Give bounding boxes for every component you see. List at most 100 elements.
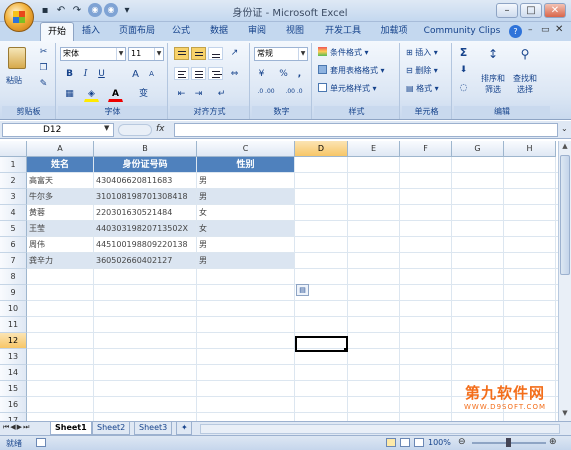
new-icon[interactable]: ◉: [88, 3, 102, 17]
ribbon-restore-icon[interactable]: ▭: [541, 25, 550, 35]
table-cell[interactable]: 男: [197, 237, 295, 253]
row-header-7[interactable]: 7: [0, 253, 27, 269]
phonetic-button[interactable]: 变: [136, 87, 151, 102]
align-left-icon[interactable]: [174, 67, 189, 80]
row-header-6[interactable]: 6: [0, 237, 27, 253]
row-header-11[interactable]: 11: [0, 317, 27, 333]
insert-cells-button[interactable]: ⊞ 插入 ▾: [406, 45, 438, 60]
table-cell[interactable]: 360502660402127: [94, 253, 197, 269]
vertical-scrollbar[interactable]: ▲ ▼: [558, 141, 571, 421]
expand-formula-icon[interactable]: ⌄: [561, 124, 568, 133]
insert-function-button[interactable]: fx: [156, 124, 170, 136]
table-header-cell[interactable]: 姓名: [27, 157, 94, 173]
increase-decimal-button[interactable]: .0 .00: [254, 87, 278, 102]
number-format-combo[interactable]: 常规 ▼: [254, 47, 308, 61]
text-orientation-icon[interactable]: ↗: [227, 46, 242, 61]
table-cell[interactable]: 周伟: [27, 237, 94, 253]
column-header-h[interactable]: H: [504, 141, 556, 157]
format-painter-icon[interactable]: ✎: [36, 77, 51, 92]
table-cell[interactable]: 445100198809220138: [94, 237, 197, 253]
maximize-button[interactable]: □: [520, 3, 542, 18]
table-cell[interactable]: 王莹: [27, 221, 94, 237]
macro-record-icon[interactable]: [36, 438, 46, 447]
table-cell[interactable]: 女: [197, 221, 295, 237]
bold-button[interactable]: B: [62, 67, 77, 82]
table-cell[interactable]: 黄蓉: [27, 205, 94, 221]
zoom-level[interactable]: 100%: [428, 438, 451, 447]
tab-formulas[interactable]: 公式: [166, 22, 196, 41]
formula-input[interactable]: [174, 123, 558, 137]
column-header-c[interactable]: C: [197, 141, 295, 157]
minimize-button[interactable]: –: [496, 3, 518, 18]
font-color-button[interactable]: A: [108, 87, 123, 102]
column-header-b[interactable]: B: [94, 141, 197, 157]
row-header-3[interactable]: 3: [0, 189, 27, 205]
grow-font-button[interactable]: A: [128, 67, 143, 82]
table-cell[interactable]: 男: [197, 173, 295, 189]
format-as-table-button[interactable]: 套用表格格式 ▾: [318, 63, 385, 78]
row-header-12[interactable]: 12: [0, 333, 27, 349]
fill-color-icon[interactable]: ◈: [84, 87, 99, 102]
cut-icon[interactable]: ✂: [36, 45, 51, 60]
row-header-8[interactable]: 8: [0, 269, 27, 285]
clear-icon[interactable]: ◌: [456, 81, 471, 96]
table-cell[interactable]: 牛尔多: [27, 189, 94, 205]
comma-button[interactable]: ,: [292, 67, 307, 82]
column-header-f[interactable]: F: [400, 141, 452, 157]
percent-button[interactable]: %: [276, 67, 291, 82]
page-layout-view-icon[interactable]: [400, 438, 410, 447]
tab-data[interactable]: 数据: [204, 22, 234, 41]
underline-button[interactable]: U: [94, 67, 109, 82]
table-cell[interactable]: 44030319820713502X: [94, 221, 197, 237]
table-cell[interactable]: 310108198701308418: [94, 189, 197, 205]
align-middle-icon[interactable]: [191, 47, 206, 60]
normal-view-icon[interactable]: [386, 438, 396, 447]
decrease-indent-icon[interactable]: ⇤: [174, 87, 189, 102]
sheet-tab-sheet1[interactable]: Sheet1: [50, 422, 92, 435]
currency-icon[interactable]: ¥: [254, 67, 269, 82]
autofill-options-icon[interactable]: ▤: [296, 284, 309, 296]
row-header-9[interactable]: 9: [0, 285, 27, 301]
row-header-4[interactable]: 4: [0, 205, 27, 221]
table-cell[interactable]: 男: [197, 189, 295, 205]
ribbon-minimize-icon[interactable]: –: [528, 25, 533, 35]
sheet-tab-sheet2[interactable]: Sheet2: [92, 422, 131, 435]
table-cell[interactable]: 龚辛力: [27, 253, 94, 269]
table-cell[interactable]: 男: [197, 253, 295, 269]
font-name-combo[interactable]: 宋体 ▼: [60, 47, 126, 61]
name-box-dropdown-icon[interactable]: ▼: [104, 124, 109, 132]
fill-handle[interactable]: [344, 348, 348, 352]
shrink-font-button[interactable]: A: [144, 67, 159, 82]
align-bottom-icon[interactable]: [208, 47, 223, 60]
decrease-decimal-button[interactable]: .00 .0: [282, 87, 306, 102]
table-header-cell[interactable]: 性别: [197, 157, 295, 173]
save-icon[interactable]: ▪: [38, 4, 52, 18]
tab-developer[interactable]: 开发工具: [318, 22, 368, 41]
cell-styles-button[interactable]: 单元格样式 ▾: [318, 81, 377, 96]
table-cell[interactable]: 220301630521484: [94, 205, 197, 221]
tab-review[interactable]: 审阅: [242, 22, 272, 41]
delete-cells-button[interactable]: ⊟ 删除 ▾: [406, 63, 438, 78]
table-cell[interactable]: 女: [197, 205, 295, 221]
row-header-14[interactable]: 14: [0, 365, 27, 381]
paste-icon[interactable]: [8, 47, 26, 69]
row-header-10[interactable]: 10: [0, 301, 27, 317]
row-header-16[interactable]: 16: [0, 397, 27, 413]
copy-icon[interactable]: ❐: [36, 61, 51, 76]
tab-addins[interactable]: 加载项: [374, 22, 414, 41]
column-header-a[interactable]: A: [27, 141, 94, 157]
help-icon[interactable]: ?: [509, 25, 522, 38]
name-box[interactable]: D12: [2, 123, 114, 137]
table-cell[interactable]: 高富天: [27, 173, 94, 189]
undo-icon[interactable]: ↶: [54, 4, 68, 18]
tab-insert[interactable]: 插入: [76, 22, 106, 41]
insert-sheet-icon[interactable]: ✦: [176, 422, 192, 435]
redo-icon[interactable]: ↷: [70, 4, 84, 18]
table-cell[interactable]: 430406620811683: [94, 173, 197, 189]
autosum-button[interactable]: Σ: [456, 45, 471, 60]
row-header-1[interactable]: 1: [0, 157, 27, 173]
page-break-view-icon[interactable]: [414, 438, 424, 447]
column-header-d[interactable]: D: [295, 141, 348, 157]
sort-filter-button[interactable]: 排序和 筛选: [478, 73, 508, 95]
zoom-in-icon[interactable]: ⊕: [549, 437, 557, 447]
